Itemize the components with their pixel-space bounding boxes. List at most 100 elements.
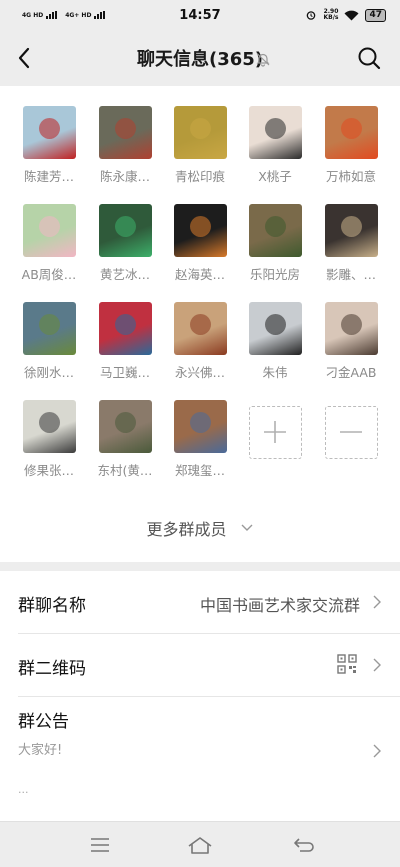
alarm-icon: [307, 11, 316, 20]
member-item[interactable]: 赵海英…: [166, 204, 234, 283]
avatar-figure: [38, 412, 60, 433]
group-settings: 群聊名称 中国书画艺术家交流群 群二维码 群公告 大家好! ...: [0, 571, 400, 821]
signal-2-label: 4G+ HD: [65, 12, 92, 19]
avatar: [248, 106, 302, 159]
avatar-figure: [38, 118, 60, 139]
net-speed-unit: KB/s: [323, 14, 339, 21]
avatar: [22, 302, 76, 355]
member-name: 朱伟: [262, 365, 288, 380]
avatar-figure: [114, 412, 136, 433]
member-item[interactable]: 黄艺冰…: [91, 204, 159, 283]
avatar-figure: [114, 314, 136, 335]
avatar-figure: [38, 314, 60, 335]
member-name: 黄艺冰…: [99, 267, 150, 282]
avatar: [98, 106, 152, 159]
avatar-figure: [189, 314, 211, 335]
member-name: 影雕、…: [325, 267, 376, 282]
avatar: [324, 204, 378, 257]
muted-bell-icon: [256, 53, 270, 67]
avatar: [98, 204, 152, 257]
member-name: AB周俊…: [21, 267, 77, 282]
system-nav-bar: [0, 821, 400, 867]
remove-member-button[interactable]: [317, 406, 385, 459]
net-speed: 2.90 KB/s: [323, 9, 338, 21]
status-bar: 4G HD 4G+ HD 14:57 2.90 KB/s 47: [0, 0, 400, 30]
avatar: [173, 106, 227, 159]
member-item[interactable]: 朱伟: [241, 302, 309, 381]
minus-icon: [340, 431, 362, 433]
member-item[interactable]: 刁金AAB: [317, 302, 385, 381]
member-item[interactable]: 陈永康…: [91, 106, 159, 185]
member-name: 刁金AAB: [325, 365, 377, 380]
member-item[interactable]: 马卫巍…: [91, 302, 159, 381]
member-item[interactable]: 陈建芳…: [15, 106, 83, 185]
avatar: [98, 302, 152, 355]
member-item[interactable]: 徐刚水…: [15, 302, 83, 381]
search-icon[interactable]: [356, 45, 382, 71]
plus-icon: [264, 421, 286, 443]
member-name: X桃子: [258, 169, 292, 184]
more-members-button[interactable]: 更多群成员: [0, 516, 400, 540]
avatar-figure: [340, 314, 362, 335]
signal-2: 4G+ HD: [65, 11, 106, 19]
signal-1-label: 4G HD: [22, 12, 44, 19]
chevron-right-icon: [373, 658, 381, 672]
member-name: 青松印痕: [174, 169, 225, 184]
avatar-figure: [264, 314, 286, 335]
member-item[interactable]: 东村(黄…: [91, 400, 159, 479]
member-item[interactable]: 影雕、…: [317, 204, 385, 283]
signal-bars-icon: [94, 11, 106, 19]
avatar-figure: [189, 216, 211, 237]
member-name: 徐刚水…: [23, 365, 74, 380]
member-item[interactable]: 郑瑰玺…: [166, 400, 234, 479]
qr-code-icon: [337, 654, 357, 674]
chevron-right-icon: [373, 595, 381, 609]
member-item[interactable]: 青松印痕: [166, 106, 234, 185]
add-member-button[interactable]: [241, 406, 309, 459]
avatar-figure: [38, 216, 60, 237]
avatar: [324, 106, 378, 159]
avatar-figure: [114, 216, 136, 237]
home-icon[interactable]: [186, 834, 214, 856]
group-qr-row[interactable]: 群二维码: [0, 634, 400, 696]
group-name-row[interactable]: 群聊名称 中国书画艺术家交流群: [0, 571, 400, 633]
more-members-label: 更多群成员: [146, 520, 227, 539]
group-name-value: 中国书画艺术家交流群: [199, 596, 360, 615]
battery-indicator: 47: [365, 8, 386, 22]
avatar-figure: [189, 118, 211, 139]
avatar: [248, 204, 302, 257]
avatar: [22, 204, 76, 257]
member-name: 乐阳光房: [249, 267, 300, 282]
group-notice-ellipsis: ...: [18, 783, 29, 796]
nav-bar: 聊天信息(365): [0, 30, 400, 86]
member-item[interactable]: 永兴佛…: [166, 302, 234, 381]
group-notice-row[interactable]: 群公告 大家好! ...: [0, 697, 400, 807]
avatar-figure: [114, 118, 136, 139]
avatar-figure: [264, 216, 286, 237]
member-name: 陈建芳…: [23, 169, 74, 184]
member-name: 陈永康…: [99, 169, 150, 184]
wifi-icon: [344, 10, 359, 20]
avatar: [173, 302, 227, 355]
avatar: [22, 106, 76, 159]
avatar-figure: [340, 216, 362, 237]
member-name: 永兴佛…: [174, 365, 225, 380]
avatar: [324, 302, 378, 355]
return-icon[interactable]: [292, 834, 316, 856]
member-name: 东村(黄…: [97, 463, 153, 478]
member-item[interactable]: AB周俊…: [15, 204, 83, 283]
member-item[interactable]: 乐阳光房: [241, 204, 309, 283]
group-notice-label: 群公告: [18, 712, 69, 732]
member-item[interactable]: X桃子: [241, 106, 309, 185]
page-title: 聊天信息(365): [136, 49, 264, 70]
signal-1: 4G HD: [22, 11, 58, 19]
menu-icon[interactable]: [88, 834, 112, 856]
member-item[interactable]: 修果张…: [15, 400, 83, 479]
signal-bars-icon: [46, 11, 58, 19]
member-item[interactable]: 万柿如意: [317, 106, 385, 185]
avatar: [173, 204, 227, 257]
chevron-down-icon: [241, 524, 253, 531]
avatar-figure: [264, 118, 286, 139]
member-name: 修果张…: [23, 463, 74, 478]
avatar-figure: [189, 412, 211, 433]
